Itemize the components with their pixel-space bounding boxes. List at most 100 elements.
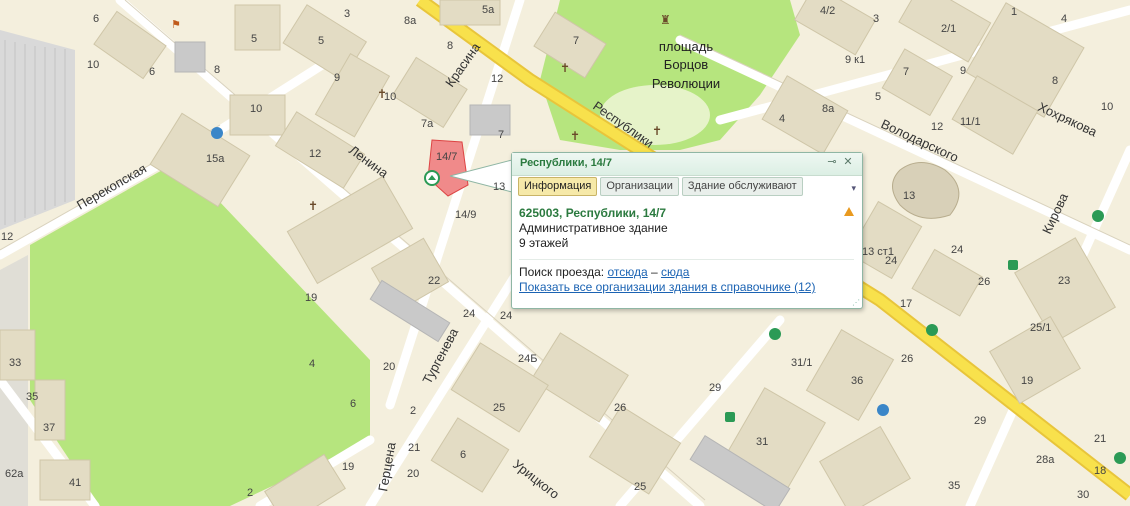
tab-info[interactable]: Информация	[518, 177, 598, 196]
route-to-link[interactable]: сюда	[661, 265, 689, 279]
pharmacy-icon[interactable]	[725, 412, 735, 422]
building-number: 4	[1061, 13, 1067, 25]
building-number: 12	[931, 121, 943, 133]
popup-body: 625003, Республики, 14/7 Административно…	[519, 206, 854, 295]
building-number: 5	[251, 33, 257, 45]
building-number: 25	[634, 481, 646, 493]
building-number: 2/1	[941, 23, 956, 35]
building-number: 33	[9, 357, 21, 369]
building-number: 62а	[5, 468, 24, 480]
square-label: площадь	[659, 39, 714, 54]
building-number: 8а	[404, 15, 417, 27]
tab-building-service[interactable]: Здание обслуживают	[681, 177, 803, 196]
building-number: 26	[901, 353, 913, 365]
route-search: Поиск проезда: отсюда – сюда	[519, 265, 854, 280]
building-number: 36	[851, 375, 863, 387]
poi-icon[interactable]	[769, 328, 781, 340]
route-from-link[interactable]: отсюда	[607, 265, 647, 279]
building-number: 4/2	[820, 5, 835, 17]
building-number: 25	[493, 402, 505, 414]
restaurant-icon[interactable]: ⚑	[171, 19, 181, 31]
building-number: 28а	[1036, 454, 1055, 466]
building-number: 19	[1021, 375, 1033, 387]
building-number: 3	[873, 13, 879, 25]
building-number: 35	[26, 391, 38, 403]
theater-icon[interactable]	[877, 404, 889, 416]
church-icon[interactable]: ✝	[570, 129, 580, 143]
route-label: Поиск проезда:	[519, 265, 605, 279]
building-number: 2	[410, 405, 416, 417]
building-number: 31	[756, 436, 768, 448]
church-icon[interactable]: ✝	[308, 199, 318, 213]
building-floors: 9 этажей	[519, 236, 569, 250]
building-number: 8	[447, 40, 453, 52]
building-number: 8	[1052, 75, 1058, 87]
church-icon[interactable]: ✝	[652, 124, 662, 138]
building-number: 35	[948, 480, 960, 492]
building-number: 23	[1058, 275, 1070, 287]
building-number: 8	[214, 64, 220, 76]
building-number: 11/1	[960, 116, 981, 128]
building-number: 14/7	[436, 151, 457, 163]
popup-header: Республики, 14/7 ⊸ ✕	[512, 153, 862, 176]
building-number: 37	[43, 422, 55, 434]
building-number: 24	[951, 244, 963, 256]
poi-icon[interactable]	[1092, 210, 1104, 222]
building-number: 7	[903, 66, 909, 78]
school-icon[interactable]	[211, 127, 223, 139]
building-number: 5	[875, 91, 881, 103]
building-number: 4	[309, 358, 315, 370]
building-address: 625003, Республики, 14/7	[519, 206, 667, 220]
building-number: 7	[573, 35, 579, 47]
building-number: 19	[305, 292, 317, 304]
building-number: 26	[614, 402, 626, 414]
tabs-dropdown-icon[interactable]: ▾	[851, 183, 856, 194]
pin-icon[interactable]: ⊸	[826, 156, 838, 168]
building-number: 10	[87, 59, 99, 71]
building-number: 6	[460, 449, 466, 461]
poi-icon[interactable]	[1114, 452, 1126, 464]
pharmacy-icon[interactable]	[1008, 260, 1018, 270]
building-number: 21	[1094, 433, 1106, 445]
building-number: 9	[334, 72, 340, 84]
popup-title: Республики, 14/7	[520, 157, 612, 169]
resize-grip-icon[interactable]: ⋰	[852, 299, 860, 307]
building-number: 8а	[822, 103, 835, 115]
church-icon[interactable]: ✝	[377, 87, 387, 101]
building-number: 20	[407, 468, 419, 480]
building-number: 21	[408, 442, 420, 454]
building-number: 7а	[421, 118, 434, 130]
warning-icon[interactable]	[844, 207, 854, 216]
building-number: 1	[1011, 6, 1017, 18]
building-type: Административное здание	[519, 221, 668, 235]
building-number: 19	[342, 461, 354, 473]
building-number: 12	[309, 148, 321, 160]
building-popup: Республики, 14/7 ⊸ ✕ Информация Организа…	[511, 152, 863, 309]
square-label: Революции	[652, 76, 720, 91]
tab-organizations[interactable]: Организации	[600, 177, 679, 196]
building-number: 12	[1, 231, 13, 243]
close-icon[interactable]: ✕	[842, 156, 854, 168]
building-number: 6	[350, 398, 356, 410]
building-number: 10	[250, 103, 262, 115]
square-label: Борцов	[664, 57, 709, 72]
building-number: 22	[428, 275, 440, 287]
building-number: 10	[1101, 101, 1113, 113]
building-number: 18	[1094, 465, 1106, 477]
building-number: 29	[974, 415, 986, 427]
building-number: 9 к1	[845, 54, 865, 66]
building-number: 5а	[482, 4, 495, 16]
building-number: 30	[1077, 489, 1089, 501]
building-number: 2	[247, 487, 253, 499]
church-icon[interactable]: ✝	[560, 61, 570, 75]
building-number: 24	[463, 308, 475, 320]
building-number: 24	[885, 255, 897, 267]
building-number: 25/1	[1030, 322, 1051, 334]
building-number: 6	[93, 13, 99, 25]
all-organizations-link[interactable]: Показать все организации здания в справо…	[519, 280, 815, 294]
monument-icon[interactable]: ♜	[660, 13, 671, 27]
building-number: 41	[69, 477, 81, 489]
bank-icon[interactable]	[926, 324, 938, 336]
building-number: 20	[383, 361, 395, 373]
building-number: 5	[318, 35, 324, 47]
